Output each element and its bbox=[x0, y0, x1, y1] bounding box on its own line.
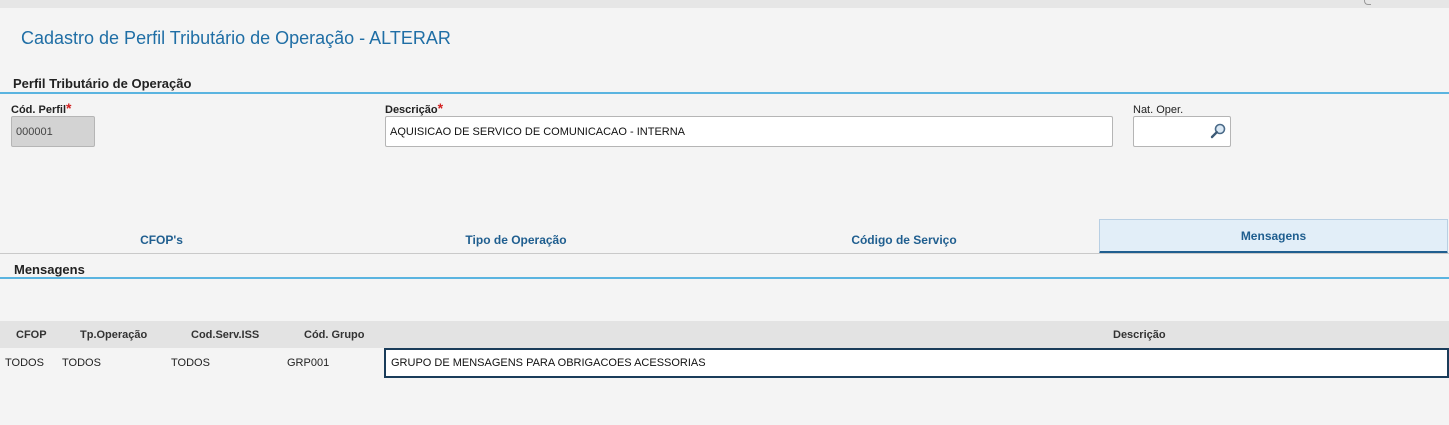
tab-cfops[interactable]: CFOP's bbox=[0, 219, 323, 253]
tab-mensagens[interactable]: Mensagens bbox=[1099, 219, 1448, 254]
cell-cod-grupo: GRP001 bbox=[287, 357, 330, 369]
cod-perfil-label: Cód. Perfil* bbox=[11, 100, 72, 116]
grid-header: CFOP Tp.Operação Cod.Serv.ISS Cód. Grupo… bbox=[0, 321, 1449, 348]
tab-divider bbox=[0, 253, 1449, 254]
table-row[interactable]: TODOS TODOS TODOS GRP001 GRUPO DE MENSAG… bbox=[0, 348, 1449, 378]
descricao-field[interactable]: AQUISICAO DE SERVICO DE COMUNICACAO - IN… bbox=[385, 116, 1113, 147]
cell-tp-operacao: TODOS bbox=[62, 357, 101, 369]
column-header-tp-operacao[interactable]: Tp.Operação bbox=[80, 329, 147, 341]
tab-tipo-de-operacao[interactable]: Tipo de Operação bbox=[323, 219, 709, 253]
page-title: Cadastro de Perfil Tributário de Operaçã… bbox=[21, 28, 451, 48]
search-icon[interactable] bbox=[1210, 123, 1226, 139]
column-header-cod-serv-iss[interactable]: Cod.Serv.ISS bbox=[191, 329, 259, 341]
descricao-label: Descrição* bbox=[385, 100, 444, 116]
tab-bar: CFOP's Tipo de Operação Código de Serviç… bbox=[0, 219, 1449, 254]
column-header-cfop[interactable]: CFOP bbox=[16, 329, 47, 341]
required-mark: * bbox=[437, 100, 444, 116]
cell-cfop: TODOS bbox=[5, 357, 44, 369]
top-bar bbox=[0, 0, 1449, 8]
required-mark: * bbox=[66, 100, 72, 116]
section-title: Perfil Tributário de Operação bbox=[13, 76, 192, 91]
messages-section-divider bbox=[0, 277, 1449, 279]
section-divider bbox=[0, 92, 1449, 94]
column-header-cod-grupo[interactable]: Cód. Grupo bbox=[304, 329, 365, 341]
cell-descricao-input[interactable]: GRUPO DE MENSAGENS PARA OBRIGACOES ACESS… bbox=[384, 348, 1449, 378]
nat-oper-label: Nat. Oper. bbox=[1133, 104, 1184, 116]
cod-perfil-field: 000001 bbox=[11, 116, 95, 147]
corner-mark-icon bbox=[1364, 0, 1371, 5]
nat-oper-field[interactable] bbox=[1133, 116, 1231, 147]
column-header-descricao[interactable]: Descrição bbox=[1113, 329, 1166, 341]
messages-section-title: Mensagens bbox=[14, 262, 85, 277]
cell-cod-serv-iss: TODOS bbox=[171, 357, 210, 369]
tab-codigo-de-servico[interactable]: Código de Serviço bbox=[709, 219, 1099, 253]
